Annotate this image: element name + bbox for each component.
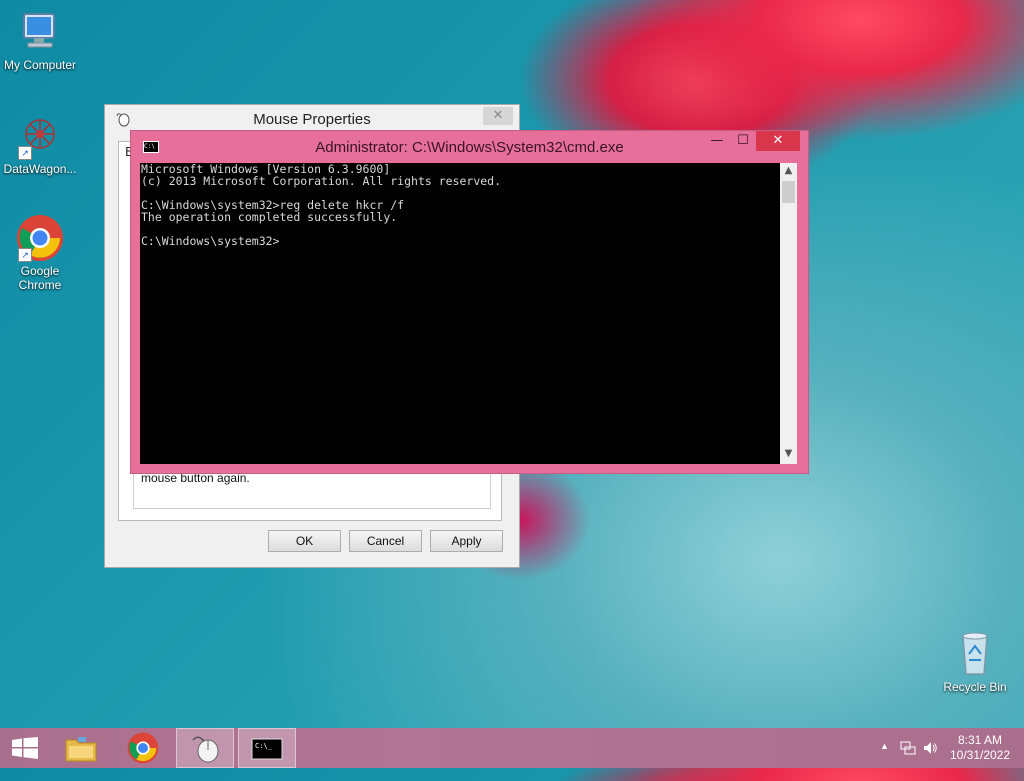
desktop-icon-label: Recycle Bin	[943, 680, 1007, 694]
apply-button[interactable]: Apply	[430, 530, 503, 552]
console-icon: C:\_	[251, 738, 283, 760]
console-line: The operation completed successfully.	[141, 210, 398, 224]
computer-icon	[16, 8, 64, 56]
console-prompt: C:\Windows\system32>	[141, 234, 280, 248]
desktop-icon-label-line2: Chrome	[18, 278, 62, 292]
desktop-icon-recycle-bin[interactable]: Recycle Bin	[935, 630, 1015, 694]
taskbar: C:\_ ▲ 8:31 AM 10/31/2022	[0, 728, 1024, 768]
minimize-button[interactable]: —	[704, 131, 730, 151]
clock-time: 8:31 AM	[957, 733, 1003, 747]
desktop-icon-google-chrome[interactable]: ↗ Google Chrome	[0, 214, 80, 292]
shortcut-arrow-icon: ↗	[18, 146, 32, 160]
clock[interactable]: 8:31 AM 10/31/2022	[948, 733, 1012, 773]
command-prompt-window[interactable]: C:\ Administrator: C:\Windows\System32\c…	[130, 130, 809, 474]
chrome-icon: ↗	[16, 214, 64, 262]
recycle-bin-icon	[951, 630, 999, 678]
show-hidden-icons-button[interactable]: ▲	[880, 741, 894, 781]
cmd-titlebar[interactable]: C:\ Administrator: C:\Windows\System32\c…	[131, 131, 808, 162]
window-title: Mouse Properties	[253, 111, 371, 128]
desktop-icon-label-line1: Google	[20, 264, 60, 278]
network-icon[interactable]	[900, 728, 918, 768]
desktop-icon-label: My Computer	[3, 58, 77, 72]
taskbar-mouse-properties[interactable]	[176, 728, 234, 768]
windows-logo-icon	[12, 737, 38, 759]
maximize-button[interactable]: ☐	[730, 131, 756, 151]
mouse-icon	[192, 736, 219, 763]
shortcut-arrow-icon: ↗	[18, 248, 32, 262]
datawagon-icon: ↗	[16, 112, 64, 160]
taskbar-chrome[interactable]	[114, 728, 172, 768]
cancel-button[interactable]: Cancel	[349, 530, 422, 552]
desktop-icon-my-computer[interactable]: My Computer	[0, 8, 80, 72]
close-button[interactable]: ✕	[483, 107, 513, 125]
scroll-down-icon[interactable]: ▼	[780, 448, 797, 462]
scroll-up-icon[interactable]: ▲	[780, 165, 797, 179]
ok-button[interactable]: OK	[268, 530, 341, 552]
folder-icon	[65, 737, 97, 762]
svg-text:C:\_: C:\_	[255, 742, 273, 750]
volume-icon[interactable]	[922, 728, 940, 768]
clock-date: 10/31/2022	[949, 748, 1011, 762]
console-line: (c) 2013 Microsoft Corporation. All righ…	[141, 174, 502, 188]
mouse-properties-titlebar[interactable]: Mouse Properties ✕	[105, 105, 519, 133]
scroll-thumb[interactable]	[782, 181, 795, 203]
desktop-icon-datawagon[interactable]: ↗ DataWagon...	[0, 112, 80, 176]
start-button[interactable]	[0, 728, 58, 768]
console-output[interactable]: Microsoft Windows [Version 6.3.9600] (c)…	[140, 163, 780, 464]
desktop-icon-label: DataWagon...	[3, 162, 77, 176]
close-button[interactable]: ✕	[756, 131, 800, 151]
taskbar-command-prompt[interactable]: C:\_	[238, 728, 296, 768]
vertical-scrollbar[interactable]: ▲ ▼	[780, 163, 797, 464]
taskbar-file-explorer[interactable]	[52, 728, 110, 768]
chrome-icon	[127, 732, 159, 764]
